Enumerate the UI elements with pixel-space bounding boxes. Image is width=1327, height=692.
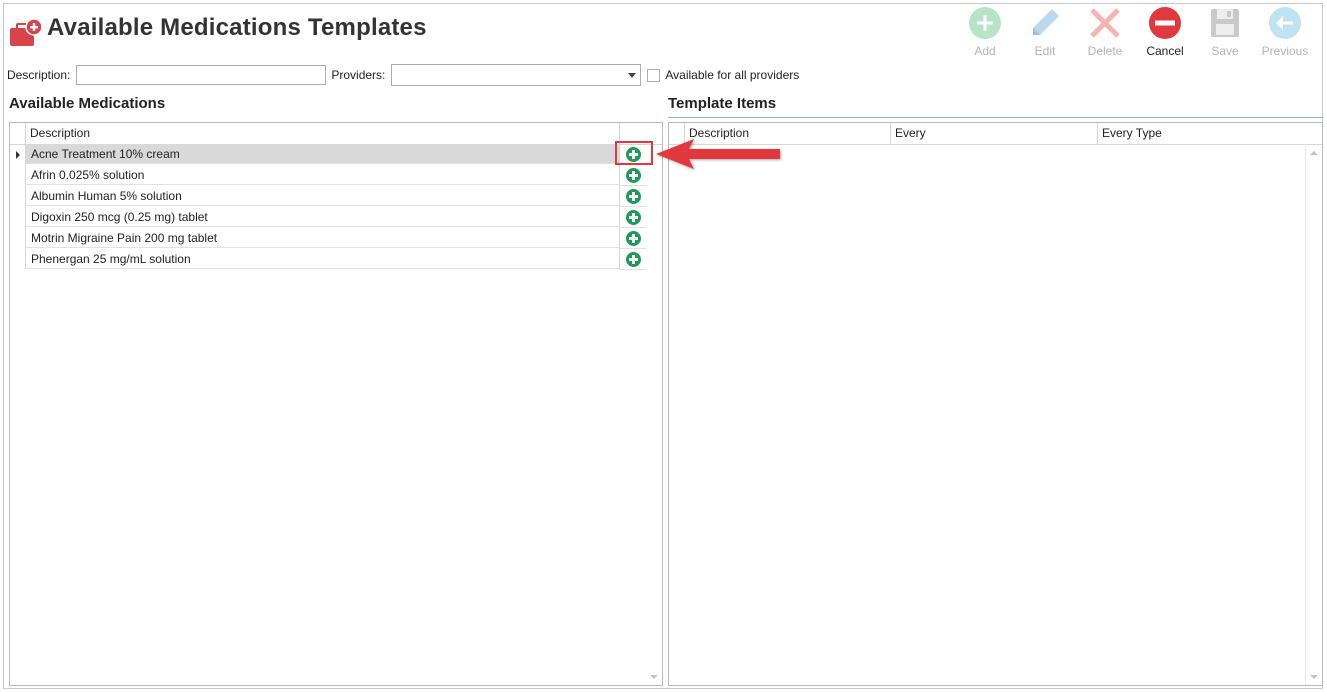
row-add-button[interactable] [619,249,646,270]
providers-label: Providers: [331,68,386,82]
row-indicator-icon [16,151,20,159]
plus-circle-icon [625,230,641,246]
column-header-every[interactable]: Every [890,123,1097,144]
plus-circle-icon [625,209,641,225]
plus-circle-icon [969,7,1001,39]
chevron-down-icon [628,73,637,78]
annotation-highlight-box [615,141,653,165]
row-description: Albumin Human 5% solution [25,186,619,206]
section-divider [668,117,1323,118]
row-add-button[interactable] [619,228,646,249]
scroll-down-icon[interactable] [650,675,658,679]
save-label: Save [1211,44,1239,58]
medical-bag-plus-icon [10,18,43,46]
x-icon [1090,8,1120,38]
previous-button[interactable]: Previous [1255,6,1315,60]
template-items-grid: Description Every Every Type [668,122,1323,686]
available-all-checkbox[interactable] [647,68,661,82]
row-description: Acne Treatment 10% cream [25,144,619,164]
save-button[interactable]: Save [1195,6,1255,60]
row-add-button[interactable] [619,165,646,186]
add-button[interactable]: Add [955,6,1015,60]
available-medications-grid: Description Acne Treatment 10% cream Afr… [9,122,663,686]
page-title: Available Medications Templates [47,14,427,41]
available-medications-title: Available Medications [9,95,166,112]
providers-select[interactable] [391,64,642,86]
plus-circle-icon [625,251,641,267]
row-description: Afrin 0.025% solution [25,165,619,185]
no-entry-icon [1149,7,1181,39]
cancel-label: Cancel [1146,44,1184,58]
cancel-button[interactable]: Cancel [1135,6,1195,60]
row-add-button[interactable] [619,207,646,228]
column-header-description[interactable]: Description [25,123,619,144]
description-input[interactable] [76,65,327,85]
add-label: Add [974,44,996,58]
previous-label: Previous [1261,44,1309,58]
edit-button[interactable]: Edit [1015,6,1075,60]
floppy-disk-icon [1211,9,1239,37]
row-add-button[interactable] [619,186,646,207]
scroll-up-icon[interactable] [1310,151,1318,155]
available-all-label: Available for all providers [665,68,800,82]
vertical-scrollbar[interactable] [1305,144,1323,685]
plus-circle-icon [625,188,641,204]
edit-label: Edit [1034,44,1056,58]
pencil-icon [1033,9,1059,35]
column-header-every-type[interactable]: Every Type [1097,123,1305,144]
plus-circle-icon [625,167,641,183]
toolbar: Add Edit Delete Cancel Save Previous [955,6,1315,60]
delete-label: Delete [1087,44,1123,58]
delete-button[interactable]: Delete [1075,6,1135,60]
arrow-left-circle-icon [1269,7,1301,39]
description-label: Description: [7,68,71,82]
grid-header: Description [10,123,662,145]
arrow-left-icon [656,139,780,169]
row-description: Motrin Migraine Pain 200 mg tablet [25,228,619,248]
template-items-title: Template Items [668,95,777,112]
row-description: Digoxin 250 mcg (0.25 mg) tablet [25,207,619,227]
filter-bar: Description: Providers: Available for al… [7,64,805,86]
row-description: Phenergan 25 mg/mL solution [25,249,619,269]
scroll-down-icon[interactable] [1310,675,1318,679]
